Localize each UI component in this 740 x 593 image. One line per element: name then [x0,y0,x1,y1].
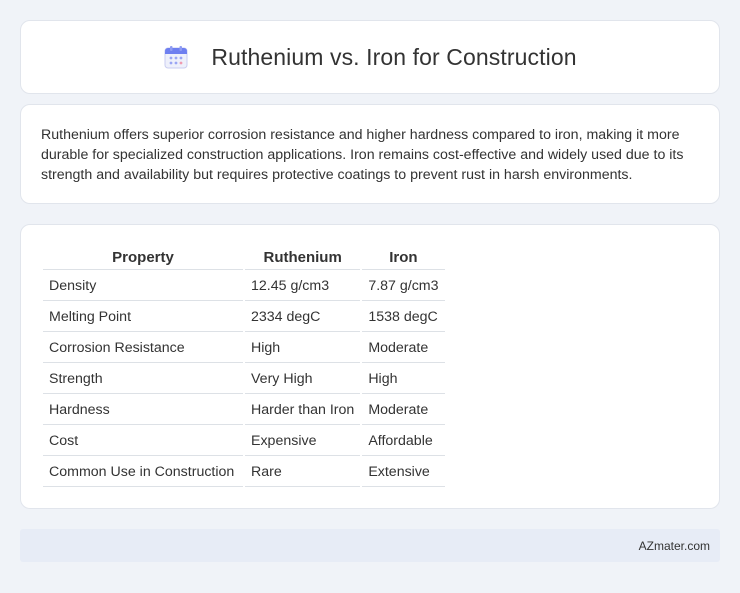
calendar-icon [163,44,189,70]
cell-ruthenium: Rare [245,458,361,487]
summary-text: Ruthenium offers superior corrosion resi… [41,127,684,183]
table-card: Property Ruthenium Iron Density 12.45 g/… [20,224,720,509]
table-row: Melting Point 2334 degC 1538 degC [43,303,445,332]
cell-iron: Affordable [362,427,445,456]
table-row: Common Use in Construction Rare Extensiv… [43,458,445,487]
footer-bar: AZmater.com [20,529,720,562]
table-row: Hardness Harder than Iron Moderate [43,396,445,425]
cell-ruthenium: 12.45 g/cm3 [245,272,361,301]
header-iron: Iron [362,247,445,270]
summary-card: Ruthenium offers superior corrosion resi… [20,104,720,204]
cell-iron: Moderate [362,396,445,425]
table-row: Cost Expensive Affordable [43,427,445,456]
footer-site-link[interactable]: AZmater.com [639,539,710,553]
cell-property: Density [43,272,243,301]
table-row: Density 12.45 g/cm3 7.87 g/cm3 [43,272,445,301]
cell-iron: Moderate [362,334,445,363]
cell-property: Strength [43,365,243,394]
cell-iron: 7.87 g/cm3 [362,272,445,301]
cell-iron: 1538 degC [362,303,445,332]
table-header-row: Property Ruthenium Iron [43,247,445,270]
page-title: Ruthenium vs. Iron for Construction [211,43,577,70]
table-row: Corrosion Resistance High Moderate [43,334,445,363]
header-card: Ruthenium vs. Iron for Construction [20,20,720,94]
cell-ruthenium: Harder than Iron [245,396,361,425]
title-wrap: Ruthenium vs. Iron for Construction [163,43,577,71]
cell-iron: High [362,365,445,394]
cell-property: Hardness [43,396,243,425]
cell-ruthenium: Very High [245,365,361,394]
cell-property: Cost [43,427,243,456]
cell-iron: Extensive [362,458,445,487]
cell-ruthenium: Expensive [245,427,361,456]
header-ruthenium: Ruthenium [245,247,361,270]
cell-property: Melting Point [43,303,243,332]
cell-property: Common Use in Construction [43,458,243,487]
cell-property: Corrosion Resistance [43,334,243,363]
cell-ruthenium: High [245,334,361,363]
header-property: Property [43,247,243,270]
cell-ruthenium: 2334 degC [245,303,361,332]
table-row: Strength Very High High [43,365,445,394]
comparison-table: Property Ruthenium Iron Density 12.45 g/… [41,245,447,489]
